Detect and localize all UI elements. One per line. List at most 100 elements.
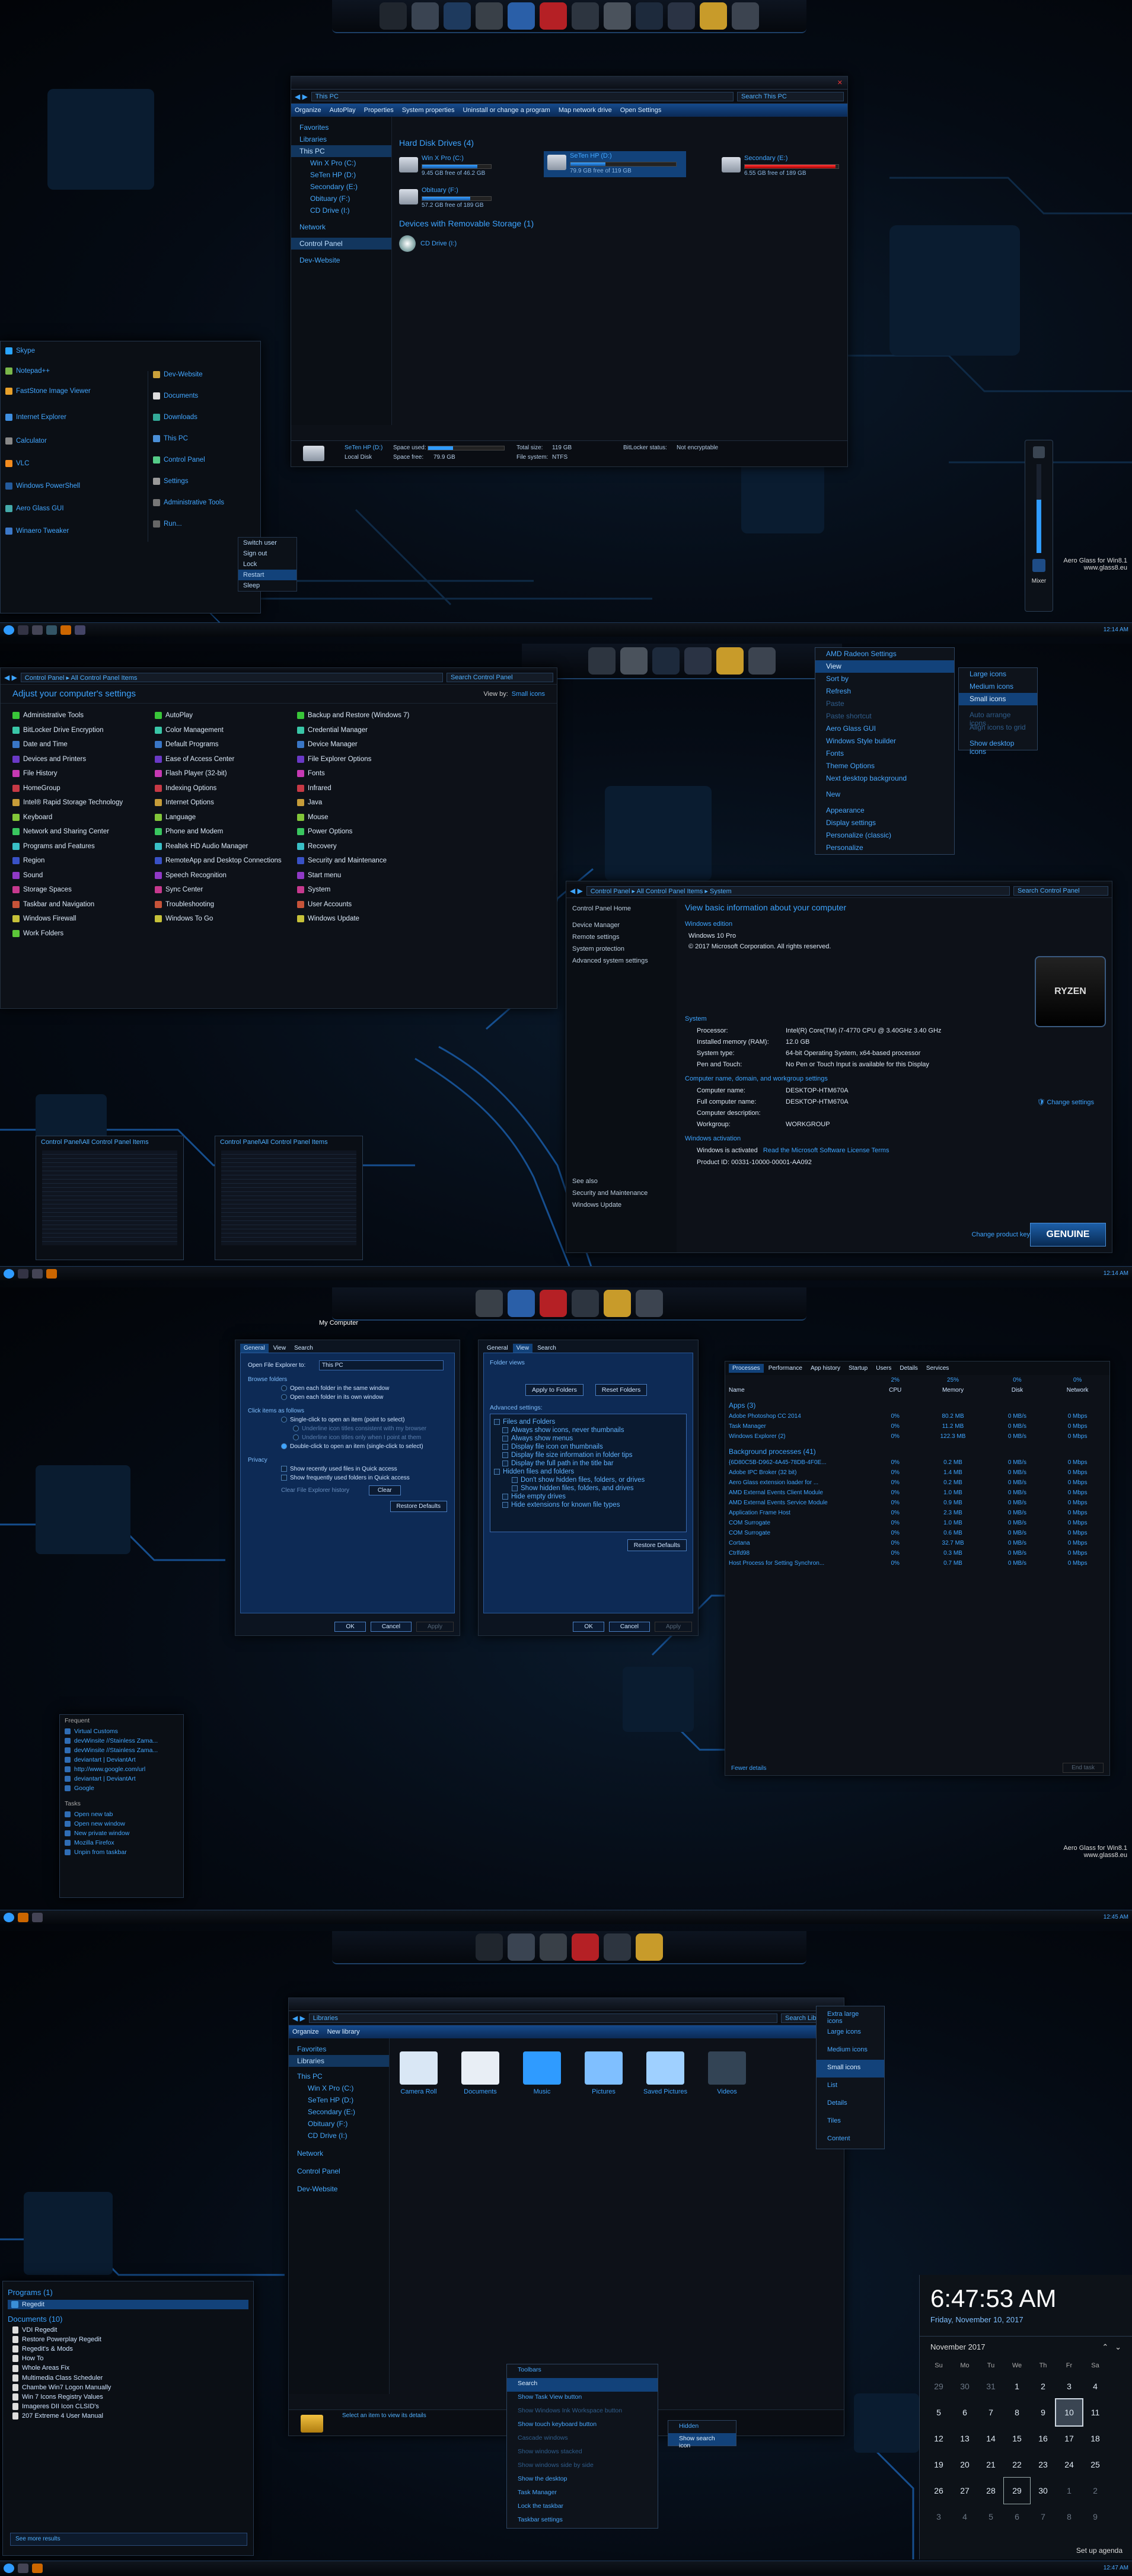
back-arrow-icon[interactable]: ◀ ▶ [570,887,583,895]
nav-favorites[interactable]: Favorites [289,2043,389,2055]
dock-app-icon[interactable] [604,2,631,30]
dock-app-icon[interactable] [540,1290,567,1317]
ctx-new[interactable]: New [815,788,954,801]
viewby-dropdown[interactable]: Small icons [512,691,545,698]
start-link[interactable]: Documents [153,392,260,414]
address-bar[interactable]: Control Panel ▸ All Control Panel Items [20,672,443,682]
cp-item[interactable]: Device Manager [297,737,433,752]
taskbar-app-icon[interactable] [18,1268,28,1279]
library-item[interactable]: Camera Roll [396,2051,442,2095]
calendar-day[interactable]: 3 [1056,2373,1082,2399]
dock-app-icon[interactable] [412,2,439,30]
apply-to-folders-button[interactable]: Apply to Folders [525,1384,583,1396]
back-arrow-icon[interactable]: ◀ ▶ [4,673,17,682]
nav-drive[interactable]: Win X Pro (C:) [291,157,391,169]
cp-item[interactable]: File History [12,766,149,781]
address-bar[interactable]: Libraries [308,2013,777,2023]
taskbar-clock[interactable]: 12:14 AM [1104,1270,1128,1277]
clear-button[interactable]: Clear [368,1485,401,1495]
calendar-day[interactable]: 2 [1082,2478,1108,2504]
ctx-aero-glass[interactable]: Aero Glass GUI [815,723,954,735]
jump-list-item[interactable]: Open new tab [60,1810,183,1819]
cp-item[interactable]: Sound [12,868,149,883]
nav-dev-website[interactable]: Dev-Website [289,2183,389,2195]
license-terms-link[interactable]: Read the Microsoft Software License Term… [763,1147,889,1154]
view-option[interactable]: Large icons [817,2024,884,2042]
dock-app-icon[interactable] [668,2,695,30]
dock-app-icon[interactable] [476,1933,503,1961]
dock-app-icon[interactable] [716,647,744,675]
start-item-vlc[interactable]: VLC [5,460,142,482]
calendar-day[interactable]: 30 [952,2373,978,2399]
calendar-day[interactable]: 9 [1030,2399,1056,2425]
cp-item[interactable]: AutoPlay [155,708,291,723]
view-option[interactable]: Details [817,2095,884,2113]
calendar-day[interactable]: 9 [1082,2504,1108,2530]
advanced-setting[interactable]: Show hidden files, folders, and drives [494,1484,683,1492]
table-row[interactable]: Aero Glass extension loader for ... 0% 0.2… [725,1478,1109,1488]
cmd-autoplay[interactable]: AutoPlay [330,107,356,114]
start-orb-icon[interactable] [4,1912,14,1922]
advanced-setting[interactable]: Display file icon on thumbnails [494,1443,683,1451]
tab-performance[interactable]: Performance [765,1364,806,1373]
cp-item[interactable]: Security and Maintenance [297,854,433,868]
nav-drive[interactable]: Secondary (E:) [291,181,391,193]
taskbar-app-icon[interactable] [18,2563,28,2573]
dock-app-icon[interactable] [508,1290,535,1317]
table-row[interactable]: Ctrlfd98 0% 0.3 MB 0 MB/s 0 Mbps [725,1548,1109,1558]
cmd-organize[interactable]: Organize [292,2028,319,2035]
taskbar-app-icon[interactable] [75,625,85,635]
dock-app-icon[interactable] [620,647,648,675]
cp-item[interactable]: Windows Firewall [12,912,149,926]
taskbar-menu-item[interactable]: Show windows stacked [507,2446,658,2460]
taskbar-menu-item[interactable]: Show Windows Ink Workspace button [507,2405,658,2419]
table-row[interactable]: AMD External Events Service Module 0% 0.9 … [725,1498,1109,1508]
cp-item[interactable]: Phone and Modem [155,824,291,839]
nav-this-pc[interactable]: This PC [291,145,391,157]
nav-drive[interactable]: SeTen HP (D:) [289,2094,389,2106]
tab-general[interactable]: General [240,1344,269,1353]
jump-list-item[interactable]: Mozilla Firefox [60,1838,183,1848]
dock-app-icon[interactable] [636,1290,663,1317]
ctx-paste[interactable]: Paste [815,698,954,710]
table-row[interactable]: COM Surrogate 0% 0.6 MB 0 MB/s 0 Mbps [725,1528,1109,1538]
ctx-theme-options[interactable]: Theme Options [815,760,954,772]
cp-item[interactable]: Work Folders [12,926,149,941]
dock-app-icon[interactable] [572,1290,599,1317]
cp-item[interactable]: Keyboard [12,810,149,825]
power-sleep[interactable]: Sleep [238,580,296,591]
open-to-dropdown[interactable]: This PC [319,1360,444,1370]
start-item-calculator[interactable]: Calculator [5,437,142,460]
view-option[interactable]: Medium icons [817,2042,884,2060]
calendar-nav-icon[interactable]: ⌃ ⌄ [1102,2342,1121,2352]
cmd-new-library[interactable]: New library [327,2028,360,2035]
calendar-day[interactable]: 7 [978,2399,1004,2425]
advanced-setting[interactable]: Display the full path in the title bar [494,1459,683,1468]
start-item-notepadpp[interactable]: Notepad++ [5,367,142,388]
window-titlebar[interactable] [289,1998,844,2011]
back-arrow-icon[interactable]: ◀ ▶ [295,92,308,101]
jump-list-item[interactable]: Google [60,1784,183,1793]
calendar-day[interactable]: 1 [1004,2373,1030,2399]
table-row[interactable]: Adobe IPC Broker (32 bit) 0% 1.4 MB 0 MB/s 0… [725,1468,1109,1478]
calendar-day[interactable]: 4 [952,2504,978,2530]
nav-network[interactable]: Network [291,221,391,233]
cp-item[interactable]: Color Management [155,723,291,738]
restore-defaults-button[interactable]: Restore Defaults [390,1501,447,1512]
cp-item[interactable]: Taskbar and Navigation [12,897,149,912]
cp-item[interactable]: Devices and Printers [12,752,149,767]
taskbar-app-icon[interactable] [18,1912,28,1922]
dock-app-icon[interactable] [540,2,567,30]
document-result[interactable]: Regedit's & Mods [3,2344,253,2354]
jump-list-item[interactable]: New private window [60,1829,183,1838]
nav-drive[interactable]: Win X Pro (C:) [289,2082,389,2094]
power-lock[interactable]: Lock [238,559,296,570]
taskbar-menu-item[interactable]: Task Manager [507,2487,658,2501]
start-link[interactable]: Dev-Website [153,371,260,392]
cp-item[interactable]: Network and Sharing Center [12,824,149,839]
taskbar-app-icon[interactable] [60,625,71,635]
calendar-day[interactable]: 6 [952,2399,978,2425]
calendar-day[interactable]: 3 [926,2504,952,2530]
cp-item[interactable]: Ease of Access Center [155,752,291,767]
start-item-winaero[interactable]: Winaero Tweaker [5,528,142,550]
